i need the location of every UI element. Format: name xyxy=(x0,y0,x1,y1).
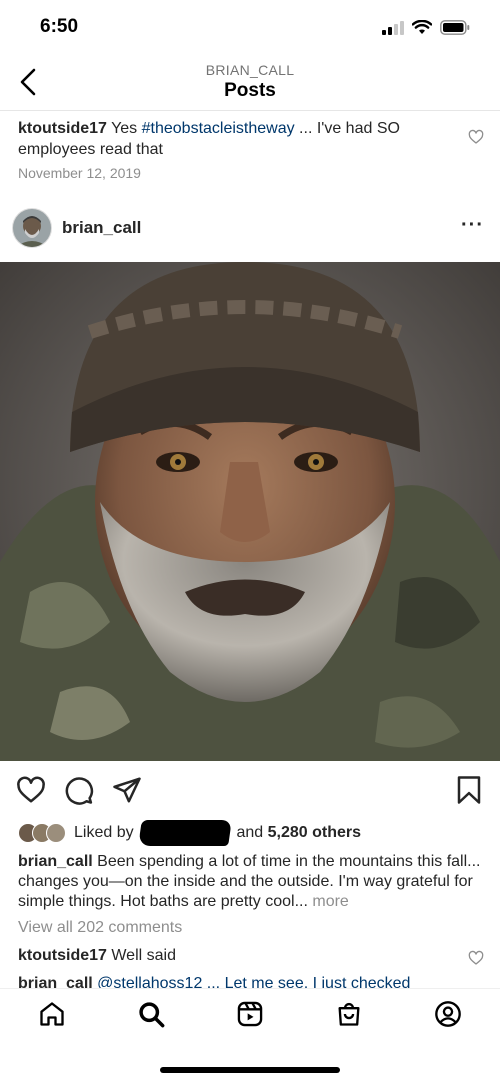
comment-text: Well said xyxy=(106,947,176,964)
cellular-signal-icon xyxy=(382,20,404,35)
more-options-icon[interactable]: ··· xyxy=(461,214,484,237)
redacted-username xyxy=(138,820,232,846)
view-all-comments-link[interactable]: View all 202 comments xyxy=(18,919,182,937)
reels-icon[interactable] xyxy=(236,1000,264,1028)
post-author-username[interactable]: brian_call xyxy=(62,218,141,238)
partially-visible-comment: brian_call @stellahoss12 ... Let me see,… xyxy=(18,974,484,988)
caption-more-link[interactable]: more xyxy=(308,893,348,910)
comment-username[interactable]: brian_call xyxy=(18,975,93,988)
comment-hashtag[interactable]: #theobstacleistheway xyxy=(142,120,295,137)
comment-username[interactable]: ktoutside17 xyxy=(18,120,107,137)
header-divider xyxy=(0,110,500,111)
shop-icon[interactable] xyxy=(335,1000,363,1028)
status-time: 6:50 xyxy=(40,16,79,37)
comment-icon[interactable] xyxy=(64,775,94,805)
comment-like-heart-icon[interactable] xyxy=(468,129,484,145)
battery-icon xyxy=(440,20,470,35)
wifi-icon xyxy=(412,20,432,34)
status-icons xyxy=(382,20,470,35)
liker-avatars xyxy=(18,823,66,843)
profile-icon[interactable] xyxy=(434,1000,462,1028)
post-author-avatar[interactable] xyxy=(12,208,52,248)
home-icon[interactable] xyxy=(38,1000,66,1028)
header-username: BRIAN_CALL xyxy=(205,62,295,78)
liked-by-prefix: Liked by xyxy=(74,824,134,841)
comment-date: November 12, 2019 xyxy=(18,165,141,181)
home-indicator[interactable] xyxy=(160,1067,340,1073)
comment-username[interactable]: ktoutside17 xyxy=(18,947,107,964)
like-heart-icon[interactable] xyxy=(16,775,46,805)
share-paper-plane-icon[interactable] xyxy=(112,775,142,805)
liker-avatar xyxy=(46,823,66,843)
comment-text-before: Yes xyxy=(106,120,142,137)
liked-by[interactable]: Liked by and 5,280 others xyxy=(18,820,361,846)
previous-comment: ktoutside17 Yes #theobstacleistheway ...… xyxy=(18,118,458,160)
liked-by-count[interactable]: 5,280 others xyxy=(268,824,361,842)
comment-item: ktoutside17 Well said xyxy=(18,947,176,965)
page-title: Posts xyxy=(224,80,276,101)
liked-by-and: and xyxy=(236,824,264,841)
save-bookmark-icon[interactable] xyxy=(454,775,484,805)
comment-like-heart-icon[interactable] xyxy=(468,950,484,966)
post-photo[interactable] xyxy=(0,262,500,761)
post-caption: brian_call Been spending a lot of time i… xyxy=(18,852,484,912)
caption-username[interactable]: brian_call xyxy=(18,853,93,870)
comment-text: @stellahoss12 ... Let me see, I just che… xyxy=(92,975,411,988)
search-icon[interactable] xyxy=(137,1000,165,1028)
